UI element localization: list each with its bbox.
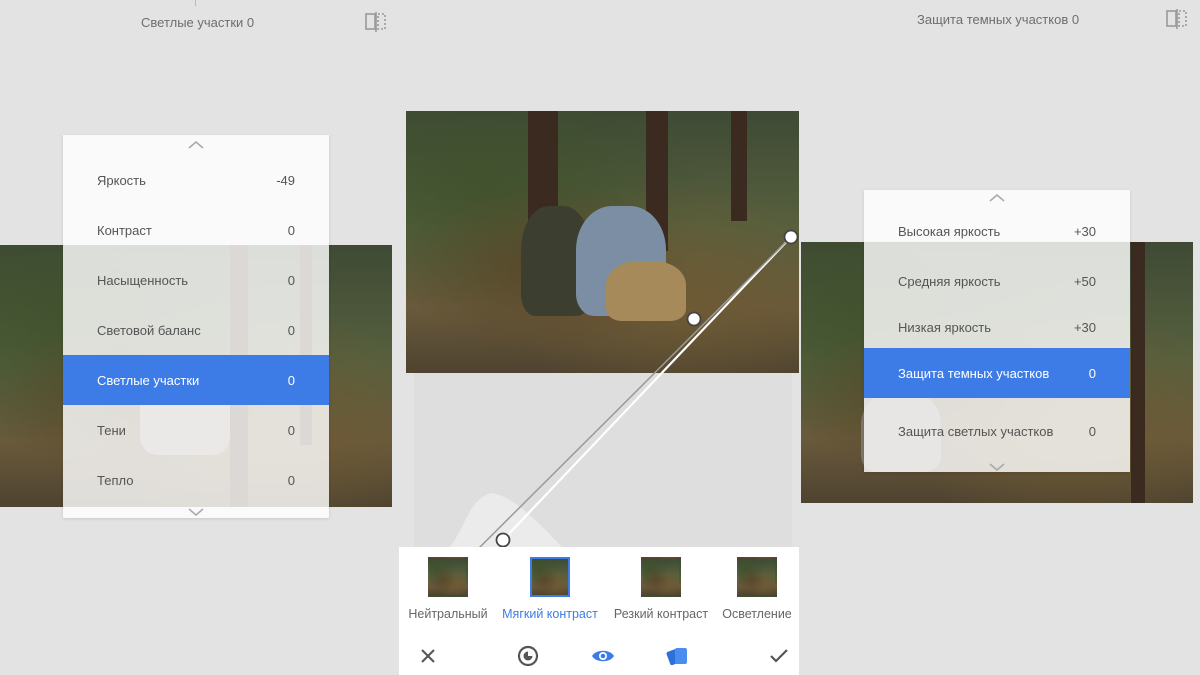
right-curves-menu[interactable]: Высокая яркость +30 Средняя яркость +50 Ни… <box>864 190 1130 472</box>
preset-thumbnail <box>737 557 777 597</box>
top-divider-tick <box>195 0 196 6</box>
menu-item-shadows[interactable]: Тени 0 <box>63 405 329 455</box>
eye-icon[interactable] <box>590 645 616 667</box>
color-channel-icon[interactable] <box>665 645 691 667</box>
menu-item-shadow-protection[interactable]: Защита темных участков 0 <box>864 348 1130 398</box>
chevron-up-icon[interactable] <box>63 135 329 155</box>
preset-brighten[interactable]: Осветление <box>719 557 795 621</box>
chevron-down-icon[interactable] <box>63 505 329 518</box>
style-brush-icon[interactable] <box>515 645 541 667</box>
menu-item-warmth[interactable]: Тепло 0 <box>63 455 329 505</box>
curve-point-bottom[interactable] <box>495 532 511 548</box>
menu-item-mid-brightness[interactable]: Средняя яркость +50 <box>864 256 1130 306</box>
menu-item-low-brightness[interactable]: Низкая яркость +30 <box>864 306 1130 348</box>
chevron-up-icon[interactable] <box>864 190 1130 206</box>
compare-icon-left[interactable] <box>365 12 387 32</box>
right-status-label: Защита темных участков 0 <box>917 12 1080 27</box>
preset-strong-contrast[interactable]: Резкий контраст <box>609 557 713 621</box>
menu-item-high-brightness[interactable]: Высокая яркость +30 <box>864 206 1130 256</box>
close-icon[interactable] <box>415 645 441 667</box>
menu-item-contrast[interactable]: Контраст 0 <box>63 205 329 255</box>
preset-thumbnail <box>428 557 468 597</box>
bottom-toolbar: Нейтральный Мягкий контраст Резкий контр… <box>399 547 799 675</box>
menu-item-saturation[interactable]: Насыщенность 0 <box>63 255 329 305</box>
menu-item-ambiance[interactable]: Световой баланс 0 <box>63 305 329 355</box>
preset-soft-contrast[interactable]: Мягкий контраст <box>497 557 603 621</box>
curve-point-mid[interactable] <box>686 311 702 327</box>
checkmark-icon[interactable] <box>766 645 792 667</box>
menu-item-highlight-protection[interactable]: Защита светлых участков 0 <box>864 398 1130 464</box>
preset-neutral[interactable]: Нейтральный <box>405 557 491 621</box>
curve-point-top[interactable] <box>783 229 799 245</box>
menu-item-highlights[interactable]: Светлые участки 0 <box>63 355 329 405</box>
chevron-down-icon[interactable] <box>989 458 1005 476</box>
preset-thumbnail <box>530 557 570 597</box>
preset-thumbnail <box>641 557 681 597</box>
menu-item-brightness[interactable]: Яркость -49 <box>63 155 329 205</box>
left-status-label: Светлые участки 0 <box>141 15 255 30</box>
compare-icon-right[interactable] <box>1166 9 1188 29</box>
tone-curve[interactable] <box>406 111 800 551</box>
left-adjust-menu[interactable]: Яркость -49 Контраст 0 Насыщенность 0 Свето… <box>63 135 329 518</box>
